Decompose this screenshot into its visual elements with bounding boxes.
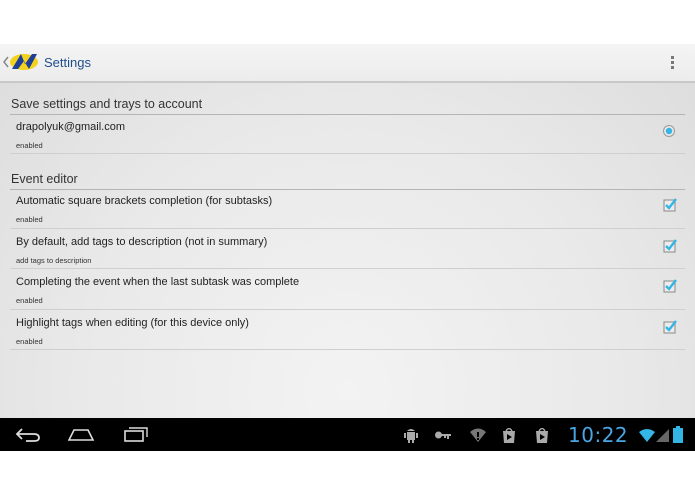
checkbox-checked-icon[interactable] — [662, 278, 678, 294]
wifi-icon — [639, 429, 655, 442]
clock[interactable]: 10:22 — [568, 423, 628, 447]
pref-complete-event-title: Completing the event when the last subta… — [16, 276, 300, 288]
checkbox-checked-icon[interactable] — [662, 238, 678, 254]
checkbox-checked-icon[interactable] — [662, 197, 678, 213]
pref-square-brackets-summary: enabled — [16, 215, 43, 224]
checkbox-checked-icon[interactable] — [662, 319, 678, 335]
section-divider — [10, 114, 685, 115]
pref-highlight-tags-title: Highlight tags when editing (for this de… — [16, 317, 249, 329]
pref-square-brackets-title: Automatic square brackets completion (fo… — [16, 195, 273, 207]
pref-account-title: drapolyuk@gmail.com — [16, 121, 125, 133]
action-bar: Settings — [0, 44, 695, 83]
play-store-icon — [503, 428, 515, 443]
screen-title[interactable]: Settings — [44, 55, 91, 70]
pref-tags-description-title: By default, add tags to description (not… — [16, 236, 268, 248]
pref-divider — [10, 228, 685, 229]
settings-screen: Settings Save settings and trays to acco… — [0, 44, 695, 451]
overflow-menu-icon[interactable] — [667, 54, 679, 72]
pref-divider — [10, 349, 685, 350]
radio-checked-icon[interactable] — [662, 124, 676, 138]
android-debug-icon — [404, 429, 418, 443]
pref-divider — [10, 309, 685, 310]
key-icon — [435, 431, 451, 439]
section-header-account: Save settings and trays to account — [11, 97, 203, 111]
pref-tags-description-summary: add tags to description — [16, 256, 92, 265]
system-bar: 10:22 — [0, 418, 695, 451]
app-logo-icon[interactable] — [9, 49, 39, 75]
pref-complete-event-summary: enabled — [16, 296, 43, 305]
pref-divider — [10, 153, 685, 154]
play-store-icon — [536, 428, 548, 443]
section-header-event-editor: Event editor — [11, 172, 78, 186]
back-icon[interactable] — [14, 425, 42, 443]
wifi-alert-icon — [470, 428, 486, 442]
battery-icon — [673, 426, 683, 443]
pref-account-summary: enabled — [16, 141, 43, 150]
pref-divider — [10, 268, 685, 269]
pref-highlight-tags-summary: enabled — [16, 337, 43, 346]
signal-icon — [656, 429, 669, 442]
home-icon[interactable] — [67, 425, 95, 443]
recent-apps-icon[interactable] — [122, 425, 150, 443]
section-divider — [10, 189, 685, 190]
